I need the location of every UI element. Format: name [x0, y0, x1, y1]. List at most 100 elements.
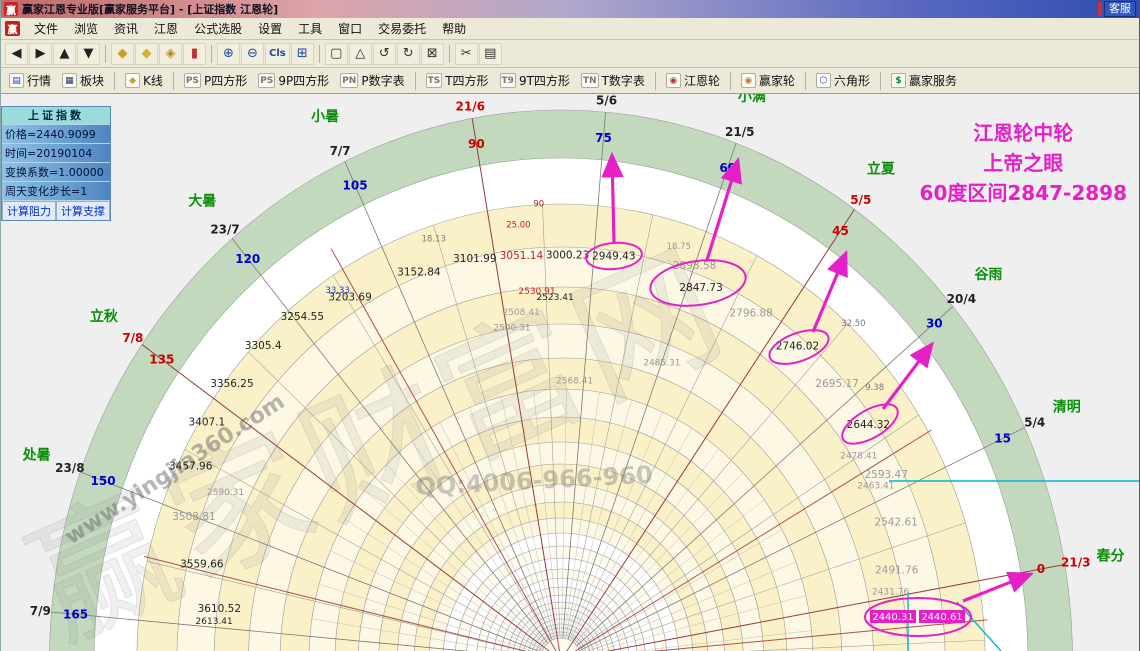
diamond-outline-button[interactable]: ◈: [159, 42, 182, 65]
view-button-9p-sifangxing[interactable]: PS 9P四方形: [253, 70, 334, 91]
annotation-line: 60度区间2847-2898: [919, 181, 1127, 205]
toolbar-separator: [114, 71, 116, 90]
wheel-label: 75: [595, 131, 612, 145]
highlight-arrow: [601, 151, 624, 243]
menu-item-设置[interactable]: 设置: [250, 18, 290, 39]
wheel-label: 2847.73: [679, 282, 722, 294]
jiangenlun-icon: ◉: [665, 73, 681, 88]
p-shuzibiao-icon: PN: [340, 73, 359, 88]
wheel-label: 春分: [1096, 548, 1125, 565]
wheel-label: 7/8: [122, 331, 143, 345]
wheel-label: 小满: [738, 94, 766, 105]
info-row: 变换系数=1.00000: [2, 162, 110, 181]
customer-service-button[interactable]: 客服: [1104, 1, 1136, 17]
menu-item-资讯[interactable]: 资讯: [106, 18, 146, 39]
wheel-label: 23/7: [210, 223, 239, 237]
view-button-kxian[interactable]: ◆ K线: [120, 70, 168, 91]
wheel-label: 立秋: [90, 308, 119, 325]
delete-tool-button[interactable]: ⊠: [420, 42, 444, 65]
wheel-label: 15: [994, 432, 1011, 446]
view-button-yingjialun[interactable]: ◉ 赢家轮: [736, 70, 800, 91]
wheel-label: 0: [1037, 562, 1045, 576]
info-row: 周天变化步长=1: [2, 181, 110, 200]
diamond-gold-1-button[interactable]: ◆: [111, 42, 134, 65]
menu-item-交易委托[interactable]: 交易委托: [370, 18, 434, 39]
toolbar-separator: [414, 71, 416, 90]
wheel-label: 3051.14: [500, 250, 544, 262]
view-button-t-sifangxing[interactable]: TS T四方形: [421, 70, 494, 91]
menu-item-帮助[interactable]: 帮助: [434, 18, 474, 39]
wheel-label: 5/4: [1024, 416, 1045, 430]
grid-window-button[interactable]: ⊞: [290, 42, 314, 65]
view-button-9t-sifangxing[interactable]: T9 9T四方形: [495, 70, 575, 91]
yingjialun-icon: ◉: [740, 73, 756, 88]
view-button-jiangenlun[interactable]: ◉ 江恩轮: [661, 70, 725, 91]
zoom-in-button[interactable]: ⊕: [217, 42, 240, 65]
kxian-icon: ◆: [125, 73, 141, 88]
calc-button-计算支撑[interactable]: 计算支撑: [56, 201, 110, 220]
view-button-label: 六角形: [833, 74, 870, 88]
view-button-p-shuzibiao[interactable]: PN P数字表: [335, 70, 409, 91]
annotation-line: 上帝之眼: [983, 151, 1064, 175]
view-button-t-shuzibiao[interactable]: TN T数字表: [576, 70, 650, 91]
cls-button[interactable]: Cls: [265, 42, 290, 65]
9t-sifangxing-icon: T9: [499, 73, 516, 88]
view-button-yingjiafuwu[interactable]: $ 赢家服务: [886, 70, 962, 91]
wheel-label: 2478.41: [840, 451, 877, 461]
menu-item-文件[interactable]: 文件: [26, 18, 66, 39]
nav-back-button[interactable]: ◀: [5, 42, 28, 65]
calc-button-计算阻力[interactable]: 计算阻力: [2, 201, 56, 220]
view-button-label: T数字表: [601, 74, 645, 88]
menu-item-江恩[interactable]: 江恩: [146, 18, 186, 39]
wheel-label: 18.75: [667, 242, 691, 252]
menu-items: 文件 浏览 资讯 江恩 公式选股 设置 工具 窗口 交易委托 帮助: [26, 18, 474, 39]
view-button-bankuai[interactable]: ▦ 板块: [57, 70, 109, 91]
rotate-ccw-tool-button[interactable]: ↺: [372, 42, 396, 65]
view-button-hangqing[interactable]: ▤ 行情: [4, 70, 56, 91]
nav-up-button[interactable]: ▲: [53, 42, 76, 65]
wheel-label: 18.13: [422, 235, 446, 245]
view-button-liujiaoxing[interactable]: ⬡ 六角形: [811, 70, 875, 91]
wheel-label: 2508.41: [503, 308, 540, 318]
wheel-label: 大暑: [188, 192, 216, 209]
rotate-cw-tool-button[interactable]: ↻: [396, 42, 420, 65]
wheel-label: 7/9: [30, 604, 51, 618]
wheel-label: 2500.31: [493, 323, 530, 333]
rect-tool-button[interactable]: ▢: [324, 42, 348, 65]
wheel-label: 2695.17: [815, 378, 858, 390]
triangle-tool-button[interactable]: △: [348, 42, 372, 65]
wheel-label: 21/5: [725, 125, 754, 139]
window-title: 赢家江恩专业版[赢家服务平台] - [上证指数 江恩轮]: [22, 3, 279, 16]
wheel-label: 2613.41: [196, 617, 233, 627]
toolbar-separator: [804, 71, 806, 90]
zoom-out-button[interactable]: ⊖: [241, 42, 264, 65]
menu-item-浏览[interactable]: 浏览: [66, 18, 106, 39]
toolbar-separator: [105, 44, 106, 63]
wheel-label: 120: [235, 252, 260, 266]
wheel-label: 3610.52: [198, 603, 241, 615]
toolbar-views: ▤ 行情 ▦ 板块 ◆ K线 PS P四方形 PS 9P四方形 PN P数字表 TS T四方形 T9 9T四方…: [1, 68, 1139, 94]
nav-down-button[interactable]: ▼: [77, 42, 100, 65]
view-button-p-sifangxing[interactable]: PS P四方形: [179, 70, 252, 91]
wheel-label: 谷雨: [974, 267, 1002, 283]
wheel-label: 33.33: [325, 286, 349, 296]
app-window: 赢 赢家江恩专业版[赢家服务平台] - [上证指数 江恩轮] 客服 赢 文件 浏览…: [0, 0, 1140, 651]
menu-item-工具[interactable]: 工具: [290, 18, 330, 39]
hangqing-icon: ▤: [9, 73, 24, 88]
wheel-label: 2590.31: [207, 488, 244, 498]
9p-sifangxing-icon: PS: [258, 73, 276, 88]
cut-tool-button[interactable]: ✂: [454, 42, 478, 65]
menu-item-公式选股[interactable]: 公式选股: [186, 18, 250, 39]
kline-candle-button[interactable]: ▮: [183, 42, 206, 65]
wheel-label: 5/5: [850, 193, 871, 207]
nav-forward-button[interactable]: ▶: [29, 42, 52, 65]
highlight-price-text: 2440.31: [872, 612, 913, 623]
wheel-label: 30: [926, 316, 943, 330]
wheel-label: 3356.25: [210, 378, 253, 390]
pointer-tool-button[interactable]: ▤: [478, 42, 502, 65]
info-buttons: 计算阻力 计算支撑: [2, 200, 110, 220]
wheel-label: 5/6: [596, 94, 617, 107]
diamond-gold-2-button[interactable]: ◆: [135, 42, 158, 65]
menu-item-窗口[interactable]: 窗口: [330, 18, 370, 39]
wheel-label: 3457.96: [169, 460, 213, 472]
